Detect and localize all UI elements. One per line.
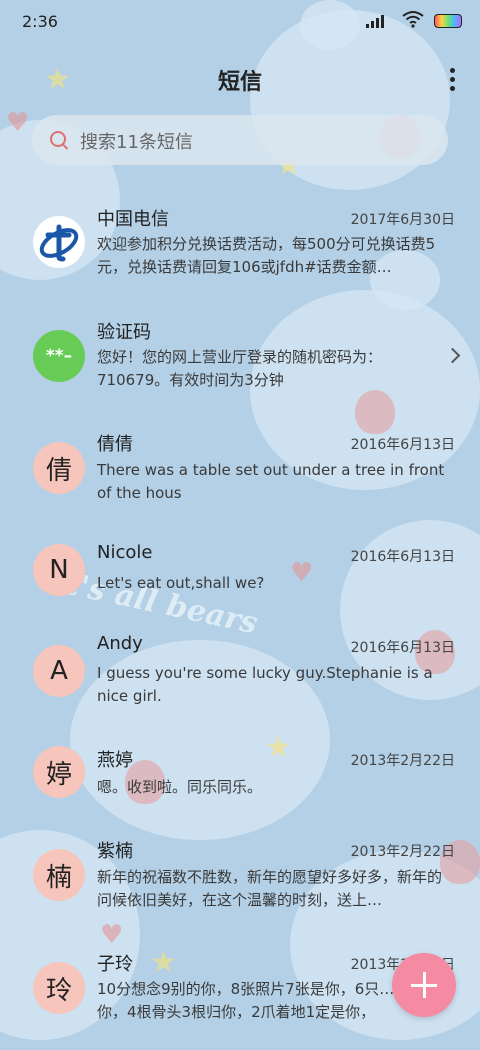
wifi-icon: [402, 11, 424, 28]
status-bar: 2:36: [0, 0, 480, 44]
conversation-item[interactable]: N Nicole 2016年6月13日 Let's eat out,shall …: [0, 542, 480, 642]
message-date: 2016年6月13日: [350, 437, 455, 453]
status-time: 2:36: [22, 12, 58, 31]
avatar: 玲: [33, 962, 85, 1014]
message-preview: Let's eat out,shall we?: [97, 574, 265, 592]
sender-name: 子玲: [97, 954, 133, 975]
verification-avatar: **–: [33, 330, 85, 382]
more-options-icon[interactable]: [448, 66, 456, 91]
sender-name: 紫楠: [97, 841, 133, 862]
avatar: A: [33, 645, 85, 697]
avatar: 婷: [33, 746, 85, 798]
message-preview: 欢迎参加积分兑换话费活动，每500分可兑换话费5元，兑换话费请回复106或jfd…: [97, 235, 436, 276]
avatar: 楠: [33, 849, 85, 901]
conversation-item[interactable]: 婷 燕婷 2013年2月22日 嗯。收到啦。同乐同乐。: [0, 746, 480, 846]
conversation-item[interactable]: 倩 倩倩 2016年6月13日 There was a table set ou…: [0, 430, 480, 530]
sender-name: 中国电信: [97, 209, 169, 230]
message-date: 2016年6月13日: [350, 549, 455, 565]
china-telecom-logo: [33, 216, 85, 268]
message-preview: 新年的祝福数不胜数，新年的愿望好多好多，新年的问候依旧美好，在这个温馨的时刻，送…: [97, 868, 443, 909]
message-date: 2013年2月22日: [350, 844, 455, 860]
conversation-item[interactable]: A Andy 2016年6月13日 I guess you're some lu…: [0, 633, 480, 733]
message-date: 2013年2月22日: [350, 753, 455, 769]
message-date: 2016年6月13日: [350, 640, 455, 656]
search-input[interactable]: 搜索11条短信: [32, 115, 448, 165]
conversation-item[interactable]: 中国电信 2017年6月30日 欢迎参加积分兑换话费活动，每500分可兑换话费5…: [0, 200, 480, 300]
sender-name: 燕婷: [97, 750, 133, 771]
sender-name: Andy: [97, 633, 143, 654]
sender-name: 验证码: [97, 322, 151, 343]
search-placeholder: 搜索11条短信: [80, 132, 193, 153]
sender-name: 倩倩: [97, 434, 133, 455]
message-preview: 嗯。收到啦。同乐同乐。: [97, 778, 263, 796]
battery-icon: [434, 14, 462, 28]
conversation-item[interactable]: **– 验证码 您好！您的网上营业厅登录的随机密码为：710679。有效时间为3…: [0, 316, 480, 416]
new-message-button[interactable]: [392, 953, 456, 1017]
signal-icon: [366, 14, 384, 28]
avatar: N: [33, 544, 85, 596]
sender-name: Nicole: [97, 542, 153, 563]
message-date: 2017年6月30日: [350, 212, 455, 228]
avatar: 倩: [33, 442, 85, 494]
message-preview: I guess you're some lucky guy.Stephanie …: [97, 664, 433, 705]
conversation-item[interactable]: 楠 紫楠 2013年2月22日 新年的祝福数不胜数，新年的愿望好多好多，新年的问…: [0, 837, 480, 937]
page-title: 短信: [217, 70, 262, 95]
message-preview: 您好！您的网上营业厅登录的随机密码为：710679。有效时间为3分钟: [97, 348, 383, 389]
message-preview: There was a table set out under a tree i…: [97, 461, 445, 502]
search-icon: [50, 131, 66, 147]
